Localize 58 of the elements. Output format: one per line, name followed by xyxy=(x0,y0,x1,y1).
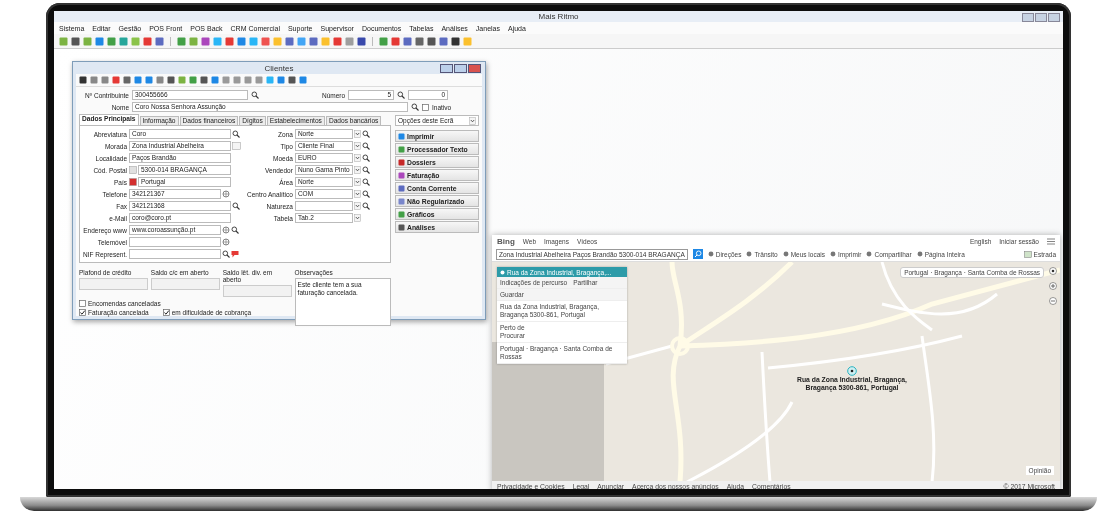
readonly-field xyxy=(79,278,148,290)
search-icon[interactable] xyxy=(361,154,370,162)
dropdown-field[interactable] xyxy=(294,201,353,211)
caret-icon[interactable] xyxy=(353,166,361,174)
globe-icon[interactable] xyxy=(222,226,230,234)
input-field[interactable] xyxy=(129,237,221,247)
caret-icon[interactable] xyxy=(353,202,361,210)
minimize-button[interactable] xyxy=(440,64,453,73)
search-icon[interactable] xyxy=(361,130,370,138)
checkbox[interactable] xyxy=(422,103,429,111)
maximize-button[interactable] xyxy=(1035,13,1047,22)
globe-icon[interactable] xyxy=(222,238,230,246)
search-icon[interactable] xyxy=(251,91,259,99)
caret-icon[interactable] xyxy=(353,214,361,222)
search-icon[interactable] xyxy=(361,178,370,186)
search-icon[interactable] xyxy=(231,226,239,234)
search-icon[interactable] xyxy=(397,91,406,99)
minimize-button[interactable] xyxy=(1022,13,1034,22)
readonly-field xyxy=(150,278,220,290)
tool-icon xyxy=(829,251,836,257)
caret-icon[interactable] xyxy=(353,178,361,186)
caret-icon[interactable] xyxy=(353,190,361,198)
search-icon[interactable] xyxy=(361,202,370,210)
caret-icon[interactable] xyxy=(353,130,361,138)
input-field[interactable] xyxy=(129,249,221,259)
tool-icon xyxy=(866,251,873,257)
zoom-in-icon[interactable] xyxy=(1049,282,1057,290)
maximize-button[interactable] xyxy=(454,64,467,73)
search-icon[interactable] xyxy=(411,103,419,111)
close-button[interactable] xyxy=(1048,13,1060,22)
window-title: Mais Ritmo xyxy=(538,12,579,21)
search-icon[interactable] xyxy=(232,202,240,210)
bing-logo[interactable]: Bing xyxy=(497,236,515,246)
caret-icon[interactable] xyxy=(469,116,476,125)
window-title: Clientes xyxy=(264,63,294,73)
tool-icon xyxy=(707,251,714,257)
speech-bubble-icon[interactable] xyxy=(231,250,239,258)
map-pin-icon[interactable] xyxy=(847,366,857,376)
caret-icon[interactable] xyxy=(353,154,361,162)
readonly-field xyxy=(222,285,292,297)
zoom-out-icon[interactable] xyxy=(1049,297,1057,305)
search-icon[interactable] xyxy=(361,142,370,150)
checkbox[interactable] xyxy=(79,309,86,316)
search-icon[interactable] xyxy=(232,130,240,138)
map-icon xyxy=(1023,250,1032,258)
menu-icon[interactable] xyxy=(1047,237,1055,245)
search-icon[interactable] xyxy=(222,250,230,258)
tool-icon xyxy=(916,251,923,257)
search-icon[interactable] xyxy=(361,166,370,174)
caret-icon[interactable] xyxy=(353,142,361,150)
tool-icon xyxy=(746,251,753,257)
tool-icon xyxy=(782,251,789,257)
search-icon[interactable] xyxy=(361,190,370,198)
flag-icon[interactable] xyxy=(129,178,137,186)
globe-icon[interactable] xyxy=(222,190,230,198)
checkbox[interactable] xyxy=(162,309,170,316)
locate-icon[interactable] xyxy=(1049,267,1057,275)
checkbox[interactable] xyxy=(79,300,86,307)
